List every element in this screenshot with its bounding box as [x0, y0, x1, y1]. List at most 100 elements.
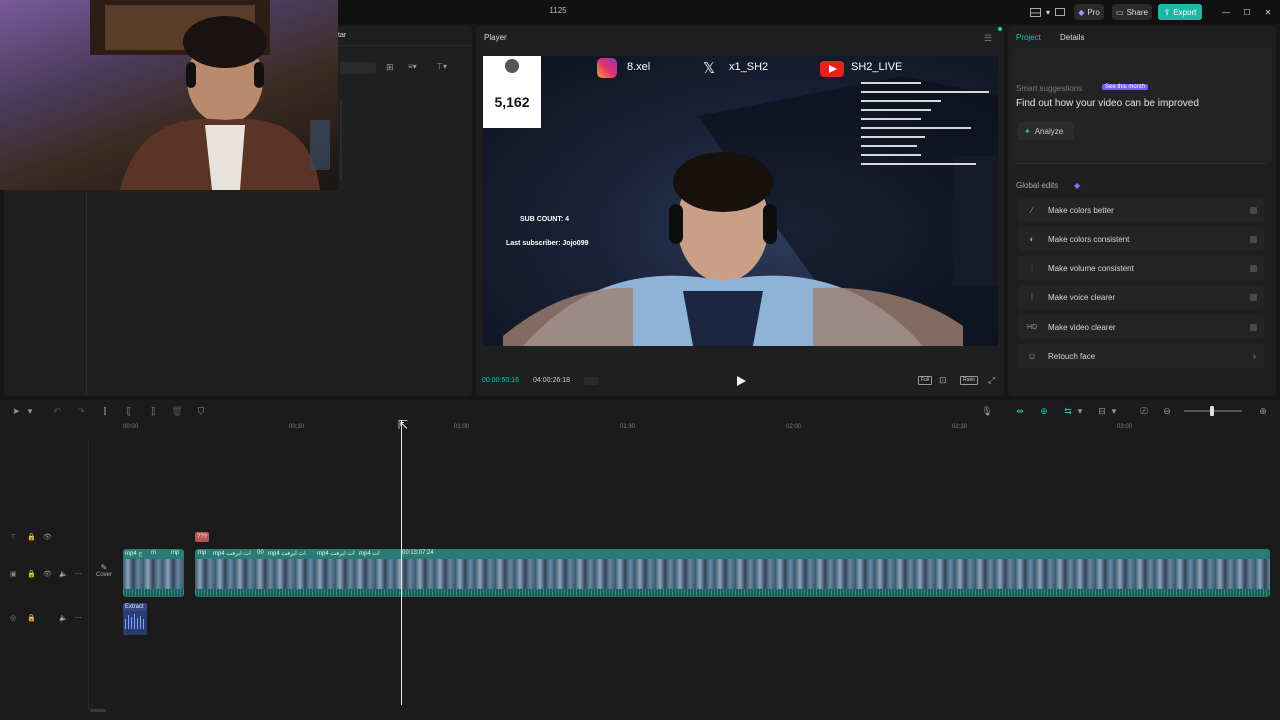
checkbox[interactable] [1250, 235, 1257, 243]
zoom-out-icon[interactable]: ⊖ [1160, 404, 1174, 418]
video-clip[interactable]: mp mp4 ات ايرفت 00 mp4 ات ايرفت mp4 ات ا… [195, 549, 1270, 597]
snap-icon[interactable]: ⇆ [1061, 404, 1075, 418]
timeline-scrollbar[interactable] [90, 709, 106, 712]
global-edit-make-voice-clearer[interactable]: ⦚ Make voice clearer [1018, 285, 1264, 309]
zoom-slider-handle[interactable] [1210, 406, 1214, 416]
minimize-icon[interactable]: — [1220, 4, 1232, 20]
delete-icon[interactable]: 🗑 [170, 404, 184, 418]
clip-name: mp [198, 550, 207, 556]
instagram-handle: 8.xel [627, 61, 651, 73]
share-label: Share [1126, 7, 1148, 17]
ratio-button[interactable]: Ratio [960, 376, 978, 385]
chevron-down-icon[interactable]: ▾ [25, 404, 35, 418]
palette-icon: ◐ [1029, 234, 1035, 244]
fullscreen-icon[interactable]: ⤢ [988, 375, 1000, 386]
global-edit-make-colors-better[interactable]: ⁄ Make colors better [1018, 198, 1264, 222]
pro-button[interactable]: ◆ Pro [1074, 4, 1104, 20]
timecode-toggle[interactable] [584, 377, 598, 385]
tab-avatar[interactable]: tar [338, 32, 346, 39]
zoom-icon[interactable]: ⊡ [939, 375, 951, 386]
export-button[interactable]: ⇪ Export [1158, 4, 1202, 20]
youtube-icon [820, 61, 844, 77]
lock-icon[interactable]: 🔒 [27, 533, 36, 541]
analyze-label: Analyze [1034, 126, 1064, 136]
playhead[interactable] [401, 420, 402, 705]
clip-name: m [151, 550, 156, 556]
wand-icon: ⁄ [1031, 205, 1033, 215]
global-edit-label: Make colors better [1048, 205, 1114, 215]
status-dot [998, 27, 1002, 31]
menu-icon[interactable]: ☰ [984, 33, 992, 44]
pro-label: Pro [1087, 7, 1100, 17]
close-icon[interactable]: ✕ [1262, 4, 1274, 20]
chat-lines-image [861, 82, 989, 165]
eye-icon[interactable]: 👁 [43, 533, 52, 541]
chevron-down-icon[interactable]: ▾ [1109, 404, 1119, 418]
diamond-icon: ◆ [1074, 181, 1081, 190]
microphone-icon[interactable]: 🎙 [980, 404, 994, 418]
speaker-icon[interactable]: 🔈 [59, 614, 68, 622]
full-label: Full [920, 377, 930, 383]
sub-count: SUB COUNT: 4 [520, 216, 570, 223]
global-edit-make-volume-consistent[interactable]: ⫶ Make volume consistent [1018, 256, 1264, 280]
panel-divider [340, 100, 342, 180]
clip-name: mp4 ات ايرفت [317, 551, 355, 557]
preview-axis-icon[interactable]: ⊟ [1095, 404, 1109, 418]
layout-icon[interactable] [1028, 4, 1042, 20]
full-button[interactable]: Full [918, 376, 932, 385]
tab-details[interactable]: Details [1060, 33, 1084, 42]
chevron-down-icon[interactable]: ▾ [1075, 404, 1085, 418]
cover-button[interactable]: ✎ Cover [92, 563, 116, 585]
checkbox[interactable] [1250, 323, 1257, 331]
lock-icon[interactable]: 🔒 [27, 570, 36, 578]
window-title: 1125 [549, 6, 567, 15]
screen-icon[interactable] [1054, 4, 1066, 20]
undo-icon[interactable]: ↶ [50, 404, 64, 418]
timeline-marker[interactable]: ??? [195, 532, 209, 542]
voice-icon: ⦚ [1031, 291, 1033, 302]
global-edit-label: Make volume consistent [1048, 263, 1134, 273]
eye-icon[interactable]: 👁 [43, 570, 52, 578]
clip-name: mp4 خ [125, 551, 143, 557]
player-header: Player [484, 33, 507, 42]
maximize-icon[interactable]: ☐ [1241, 4, 1253, 20]
link-icon[interactable]: ⇹ [1013, 404, 1027, 418]
global-edit-make-colors-consistent[interactable]: ◐ Make colors consistent [1018, 227, 1264, 251]
zoom-in-icon[interactable]: ⊕ [1256, 404, 1270, 418]
audio-waveform-image [125, 614, 144, 629]
share-button[interactable]: ▭ Share [1112, 4, 1152, 20]
speaker-icon[interactable]: 🔈 [59, 570, 68, 578]
share-icon: ▭ [1116, 7, 1124, 17]
extract-label: Extract [123, 603, 147, 611]
media-search-input[interactable] [340, 62, 376, 74]
checkbox[interactable] [1250, 206, 1257, 214]
more-icon[interactable]: ⋯ [75, 570, 82, 578]
analyze-button[interactable]: ✦ Analyze [1018, 122, 1074, 140]
more-icon[interactable]: ⋯ [75, 614, 82, 622]
global-edit-retouch-face[interactable]: ☺ Retouch face › [1018, 344, 1264, 368]
marker-icon[interactable]: ⛉ [194, 404, 208, 418]
split-right-icon[interactable]: ⟧ [146, 404, 160, 418]
magnet-icon[interactable]: ⊕ [1037, 404, 1051, 418]
track-header-divider [88, 440, 89, 710]
checkbox[interactable] [1250, 293, 1257, 301]
grid-view-icon[interactable]: ⊞ [386, 62, 398, 74]
tab-project[interactable]: Project [1016, 33, 1041, 42]
checkbox[interactable] [1250, 264, 1257, 272]
audio-clip[interactable]: Extract [123, 603, 147, 635]
smart-badge: See this month [1102, 84, 1149, 90]
filter-icon[interactable]: ⊤▾ [436, 62, 456, 74]
global-edit-label: Retouch face [1048, 351, 1096, 361]
video-clip[interactable]: mp4 خ m mp [123, 549, 184, 597]
follower-count: 5,162 [494, 94, 530, 110]
play-button[interactable] [735, 375, 747, 387]
split-left-icon[interactable]: ⟦ [122, 404, 136, 418]
select-tool-icon[interactable]: ➤ [9, 404, 23, 418]
redo-icon[interactable]: ↷ [74, 404, 88, 418]
chevron-down-icon[interactable]: ▾ [1044, 4, 1052, 20]
global-edit-make-video-clearer[interactable]: HD Make video clearer [1018, 315, 1264, 339]
caption-icon[interactable]: ⎚ [1137, 404, 1151, 418]
split-icon[interactable]: ⫿ [98, 404, 112, 418]
lock-icon[interactable]: 🔒 [27, 614, 36, 622]
sort-icon[interactable]: ≡▾ [408, 62, 428, 74]
